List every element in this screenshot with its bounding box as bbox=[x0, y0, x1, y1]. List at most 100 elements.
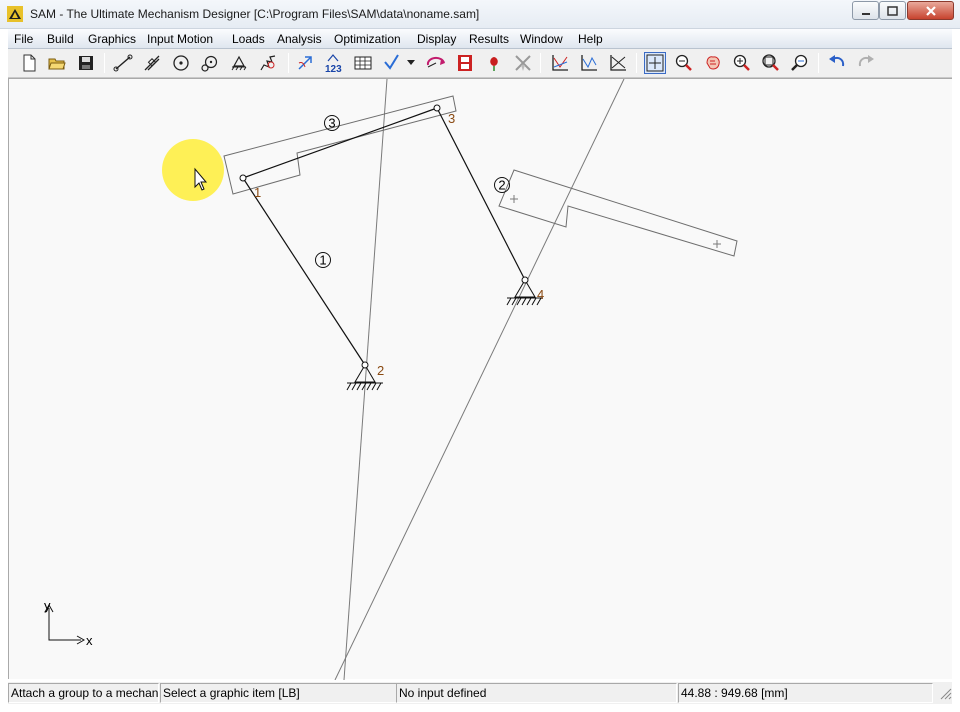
graph-b-icon bbox=[581, 55, 597, 71]
graph-c-icon bbox=[610, 55, 626, 71]
sam-app-icon bbox=[7, 6, 23, 22]
windmill-icon bbox=[515, 55, 531, 71]
status-action: Select a graphic item [LB] bbox=[160, 683, 397, 703]
select-arrow-icon bbox=[298, 56, 312, 70]
menu-input-motion[interactable]: Input Motion bbox=[147, 32, 213, 46]
rotate-icon bbox=[426, 56, 445, 68]
close-button[interactable] bbox=[907, 1, 954, 20]
check-dropdown-button[interactable] bbox=[404, 52, 418, 74]
gear-button[interactable] bbox=[199, 52, 221, 74]
rose-icon bbox=[490, 57, 498, 71]
node-label-4: 4 bbox=[537, 287, 544, 302]
undo-icon bbox=[829, 55, 845, 67]
menu-window[interactable]: Window bbox=[520, 32, 563, 46]
menu-loads[interactable]: Loads bbox=[232, 32, 265, 46]
rigid-body-2-outline[interactable] bbox=[498, 169, 738, 257]
windmill-button[interactable] bbox=[512, 52, 534, 74]
resize-grip-icon[interactable] bbox=[938, 686, 952, 700]
menu-help[interactable]: Help bbox=[578, 32, 603, 46]
node-2[interactable] bbox=[361, 361, 369, 369]
spring-icon bbox=[260, 55, 276, 71]
pulley-button[interactable] bbox=[170, 52, 192, 74]
axis-label-x: x bbox=[86, 633, 93, 648]
mechanism-drawing: 1 2 3 4 1 2 3 y x bbox=[44, 79, 738, 680]
zoom-window-icon bbox=[762, 54, 779, 71]
toolbar: 123 bbox=[8, 49, 952, 78]
rose-button[interactable] bbox=[483, 52, 505, 74]
window-title: SAM - The Ultimate Mechanism Designer [C… bbox=[30, 7, 480, 21]
svg-text:123: 123 bbox=[325, 64, 342, 74]
crosshair-icon bbox=[646, 54, 664, 72]
animation-button[interactable] bbox=[454, 52, 476, 74]
table-button[interactable] bbox=[352, 52, 374, 74]
node-4[interactable] bbox=[521, 276, 529, 284]
graph-b-button[interactable] bbox=[578, 52, 600, 74]
node-3[interactable] bbox=[433, 104, 441, 112]
crosshair-button[interactable] bbox=[644, 52, 666, 74]
redo-button[interactable] bbox=[855, 52, 877, 74]
undo-button[interactable] bbox=[826, 52, 848, 74]
menu-display[interactable]: Display bbox=[417, 32, 456, 46]
spring-button[interactable] bbox=[257, 52, 279, 74]
graph-c-button[interactable] bbox=[607, 52, 629, 74]
status-hint: Attach a group to a mechan bbox=[8, 683, 159, 703]
close-icon bbox=[925, 5, 936, 16]
pan-button[interactable] bbox=[702, 52, 724, 74]
table-icon bbox=[354, 56, 372, 70]
menu-bar: File Build Graphics Input Motion Loads A… bbox=[8, 29, 952, 49]
node-label-1: 1 bbox=[254, 185, 261, 200]
new-file-icon bbox=[23, 54, 36, 72]
pan-hand-icon bbox=[706, 56, 720, 70]
construction-line bbox=[334, 79, 625, 680]
minimize-button[interactable] bbox=[852, 1, 879, 20]
numbering-button[interactable]: 123 bbox=[323, 52, 345, 74]
element-label-2: 2 bbox=[498, 178, 505, 193]
menu-build[interactable]: Build bbox=[47, 32, 74, 46]
new-file-button[interactable] bbox=[18, 52, 40, 74]
cursor-highlight bbox=[162, 139, 224, 201]
zoom-in-icon bbox=[733, 54, 750, 71]
zoom-out-icon bbox=[675, 54, 692, 71]
save-icon bbox=[79, 56, 93, 70]
drawing-canvas[interactable]: 1 2 3 4 1 2 3 y x bbox=[8, 78, 952, 680]
maximize-icon bbox=[887, 5, 898, 16]
zoom-out-button[interactable] bbox=[673, 52, 695, 74]
menu-file[interactable]: File bbox=[14, 32, 33, 46]
maximize-button[interactable] bbox=[879, 1, 906, 20]
menu-analysis[interactable]: Analysis bbox=[277, 32, 322, 46]
check-tool-button[interactable] bbox=[381, 52, 403, 74]
zoom-window-button[interactable] bbox=[760, 52, 782, 74]
graph-a-button[interactable] bbox=[549, 52, 571, 74]
save-button[interactable] bbox=[75, 52, 97, 74]
link-element-1[interactable] bbox=[242, 177, 366, 366]
beam-element-button[interactable] bbox=[112, 52, 134, 74]
minimize-icon bbox=[861, 12, 870, 15]
menu-optimization[interactable]: Optimization bbox=[334, 32, 401, 46]
node-label-3: 3 bbox=[448, 111, 455, 126]
rotate-button[interactable] bbox=[425, 52, 447, 74]
chevron-down-icon bbox=[407, 60, 415, 65]
numbering-icon: 123 bbox=[325, 54, 342, 74]
link-element-2[interactable] bbox=[436, 107, 526, 281]
menu-results[interactable]: Results bbox=[469, 32, 509, 46]
axis-label-y: y bbox=[44, 598, 51, 613]
menu-graphics[interactable]: Graphics bbox=[88, 32, 136, 46]
pulley-icon bbox=[173, 55, 189, 71]
node-1[interactable] bbox=[239, 174, 247, 182]
fixed-support-icon bbox=[231, 55, 247, 71]
zoom-in-button[interactable] bbox=[731, 52, 753, 74]
slider-element-button[interactable] bbox=[141, 52, 163, 74]
open-file-button[interactable] bbox=[46, 52, 68, 74]
zoom-fit-button[interactable] bbox=[789, 52, 811, 74]
rigid-body-3-outline[interactable] bbox=[223, 95, 457, 195]
status-coordinates: 44.88 : 949.68 [mm] bbox=[678, 683, 933, 703]
construction-line bbox=[343, 79, 388, 680]
gear-icon bbox=[201, 55, 218, 72]
status-bar: Attach a group to a mechan Select a grap… bbox=[8, 682, 952, 704]
beam-element-icon bbox=[113, 54, 133, 72]
fixed-support-button[interactable] bbox=[228, 52, 250, 74]
status-input: No input defined bbox=[396, 683, 677, 703]
node-label-2: 2 bbox=[377, 363, 384, 378]
select-arrow-button[interactable] bbox=[294, 52, 316, 74]
graph-a-icon bbox=[552, 55, 568, 71]
